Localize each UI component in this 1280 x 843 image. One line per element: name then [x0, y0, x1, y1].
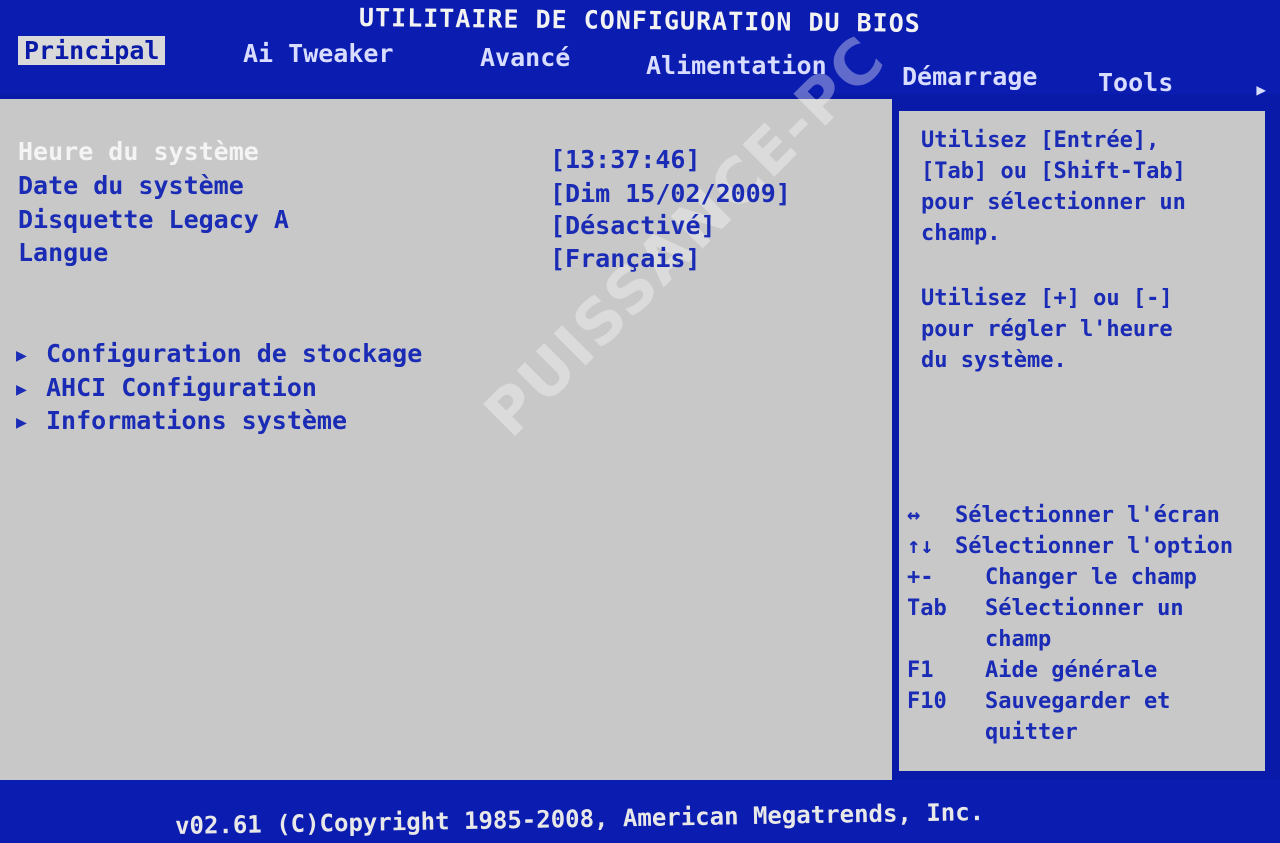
- triangle-right-icon: ▶: [16, 344, 27, 366]
- key-label: F10: [907, 689, 947, 714]
- triangle-right-icon: ▶: [16, 411, 27, 433]
- tab-ai-tweaker[interactable]: Ai Tweaker: [243, 39, 394, 68]
- help-panel: Utilisez [Entrée], [Tab] ou [Shift-Tab] …: [896, 108, 1268, 774]
- right-arrow-icon[interactable]: ▶: [1256, 80, 1266, 99]
- triangle-right-icon: ▶: [16, 378, 27, 400]
- key-row: F10 Sauvegarder et: [907, 689, 1267, 720]
- setting-value-heure[interactable]: [13:37:46]: [550, 145, 701, 174]
- left-right-arrows-icon: ↔: [907, 503, 921, 528]
- main-panel: PUISSANCE-PC Heure du système [13:37:46]…: [0, 22, 899, 781]
- copyright-text: v02.61 (C)Copyright 1985-2008, American …: [175, 797, 985, 840]
- key-legend: ↔ Sélectionner l'écran ↑↓ Sélectionner l…: [907, 503, 1267, 751]
- key-desc: Sauvegarder et: [985, 689, 1171, 714]
- key-desc: Sélectionner l'option: [955, 534, 1234, 559]
- key-row: ↑↓ Sélectionner l'option: [907, 534, 1267, 565]
- help-text-navigation: Utilisez [Entrée], [Tab] ou [Shift-Tab] …: [921, 128, 1186, 246]
- key-row: quitter: [907, 720, 1267, 751]
- key-row: champ: [907, 627, 1267, 658]
- setting-value-langue[interactable]: [Français]: [550, 244, 701, 273]
- tab-demarrage[interactable]: Démarrage: [902, 62, 1037, 91]
- key-desc: Changer le champ: [985, 565, 1197, 590]
- tab-principal[interactable]: Principal: [18, 36, 166, 65]
- key-label: Tab: [907, 596, 947, 621]
- title-bar: UTILITAIRE DE CONFIGURATION DU BIOS: [0, 0, 1280, 40]
- key-label: F1: [907, 658, 934, 683]
- tab-alimentation[interactable]: Alimentation: [646, 51, 827, 80]
- submenu-informations[interactable]: ▶ Informations système: [16, 406, 347, 435]
- bios-screen: UTILITAIRE DE CONFIGURATION DU BIOS Prin…: [0, 0, 1280, 843]
- submenu-ahci[interactable]: ▶ AHCI Configuration: [16, 373, 317, 402]
- tab-bar: Principal Ai Tweaker Avancé Alimentation…: [0, 36, 1280, 99]
- key-row: ↔ Sélectionner l'écran: [907, 503, 1267, 534]
- setting-value-disquette[interactable]: [Désactivé]: [550, 211, 716, 240]
- key-desc: champ: [985, 627, 1052, 652]
- bios-title: UTILITAIRE DE CONFIGURATION DU BIOS: [358, 2, 922, 38]
- key-desc: Sélectionner un: [985, 596, 1184, 621]
- footer-bar: v02.61 (C)Copyright 1985-2008, American …: [0, 780, 1280, 843]
- submenu-stockage[interactable]: ▶ Configuration de stockage: [16, 339, 422, 368]
- setting-label-heure[interactable]: Heure du système: [18, 137, 259, 166]
- submenu-label: Configuration de stockage: [46, 339, 423, 368]
- setting-label-date[interactable]: Date du système: [18, 171, 244, 200]
- key-row: Tab Sélectionner un: [907, 596, 1267, 627]
- tab-tools[interactable]: Tools: [1098, 68, 1173, 97]
- submenu-label: AHCI Configuration: [46, 373, 317, 402]
- key-desc: quitter: [985, 720, 1078, 745]
- up-down-arrows-icon: ↑↓: [907, 534, 934, 559]
- help-text-adjust: Utilisez [+] ou [-] pour régler l'heure …: [921, 286, 1173, 373]
- key-desc: Sélectionner l'écran: [955, 503, 1220, 528]
- setting-label-langue[interactable]: Langue: [18, 238, 108, 267]
- setting-value-date[interactable]: [Dim 15/02/2009]: [550, 179, 791, 208]
- key-row: +- Changer le champ: [907, 565, 1267, 596]
- key-row: F1 Aide générale: [907, 658, 1267, 689]
- key-desc: Aide générale: [985, 658, 1158, 683]
- tab-avance[interactable]: Avancé: [480, 43, 570, 72]
- key-label: +-: [907, 565, 934, 590]
- submenu-label: Informations système: [46, 406, 348, 435]
- setting-label-disquette[interactable]: Disquette Legacy A: [18, 205, 289, 234]
